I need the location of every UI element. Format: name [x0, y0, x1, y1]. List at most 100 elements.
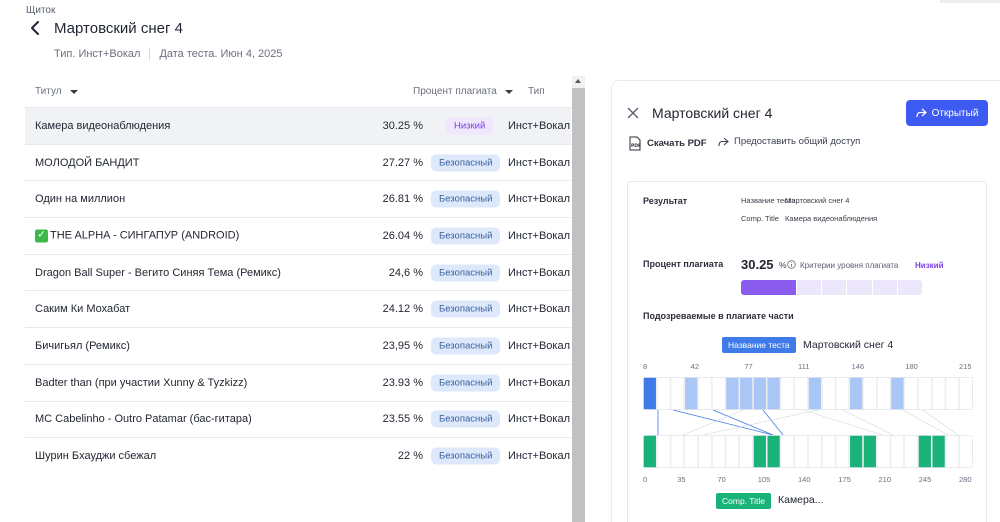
scroll-up-arrow-icon[interactable] [575, 79, 581, 83]
row-percent: 27.27 % [382, 156, 423, 169]
row-percent: 26.04 % [382, 229, 423, 242]
row-title-text: Саким Ки Мохабат [35, 303, 131, 316]
timeline-segment[interactable] [698, 377, 712, 410]
table-row[interactable]: Камера видеонаблюдения 30.25 % Низкий Инст+… [25, 107, 571, 144]
share-button[interactable]: Предоставить общий доступ [718, 136, 860, 147]
timeline-segment[interactable] [835, 435, 850, 468]
timeline-segment[interactable] [849, 435, 863, 468]
row-title: Шурин Бхауджи сбежал [35, 450, 156, 462]
info-icon[interactable] [787, 260, 796, 269]
timeline-segment[interactable] [643, 377, 657, 410]
row-title: МОЛОДОЙ БАНДИТ [35, 157, 139, 169]
timeline-segment[interactable] [670, 435, 685, 468]
row-title-text: Dragon Ball Super - Вегито Синяя Тема (Р… [35, 266, 281, 279]
timeline-segment[interactable] [808, 435, 822, 468]
row-title: ✓ THE ALPHA - СИНГАПУР (ANDROID) [35, 229, 239, 243]
timeline-segment[interactable] [780, 377, 795, 410]
timeline-segment[interactable] [959, 435, 973, 468]
timeline-segment[interactable] [753, 435, 767, 468]
timeline-segment[interactable] [918, 435, 932, 468]
axis-tick-label: 146 [851, 362, 865, 371]
timeline-segment[interactable] [931, 377, 946, 410]
timeline-segment[interactable] [725, 377, 740, 410]
table-row[interactable]: Саким Ки Мохабат 24.12 % Безопасный Инст+Во… [25, 290, 571, 327]
table-row[interactable]: Бичигьял (Ремикс) 23,95 % Безопасный Инст+В… [25, 327, 571, 364]
timeline-segment[interactable] [780, 435, 795, 468]
row-title: Камера видеонаблюдения [35, 120, 170, 132]
plagiarism-progress-fill [741, 280, 796, 295]
timeline-segment[interactable] [821, 435, 836, 468]
timeline-segment[interactable] [643, 435, 657, 468]
column-title-sort[interactable]: Титул [35, 86, 78, 97]
timeline-segment[interactable] [945, 435, 960, 468]
timeline-segment[interactable] [711, 435, 726, 468]
open-button[interactable]: Открытый [906, 100, 988, 126]
row-title-text: MC Cabelinho - Outro Patamar (бас-гитара… [35, 413, 252, 426]
axis-tick-label: 215 [959, 362, 972, 371]
timeline-segment[interactable] [684, 377, 698, 410]
scrollbar-thumb[interactable] [572, 88, 585, 522]
status-badge: Безопасный [431, 337, 501, 355]
timeline-segment[interactable] [739, 377, 753, 410]
column-percent-sort[interactable]: Процент плагиата [413, 86, 513, 97]
timeline-segment[interactable] [863, 377, 877, 410]
timeline-segment[interactable] [766, 435, 781, 468]
table-row[interactable]: MC Cabelinho - Outro Patamar (бас-гитара… [25, 400, 571, 438]
scrollbar[interactable] [572, 76, 585, 522]
timeline-segment[interactable] [849, 377, 863, 410]
download-pdf-label: Скачать PDF [647, 138, 707, 149]
match-link-line [762, 410, 784, 436]
timeline-segment[interactable] [876, 435, 891, 468]
progress-segment [871, 280, 897, 295]
timeline-segment[interactable] [918, 377, 932, 410]
row-type: Инст+Вокал [508, 450, 570, 463]
timeline-segment[interactable] [656, 377, 671, 410]
meta-type: Тип. Инст+Вокал [54, 48, 141, 60]
breadcrumb[interactable]: Щиток [26, 5, 55, 16]
timeline-segment[interactable] [904, 435, 918, 468]
table-row[interactable]: Один на миллион 26.81 % Безопасный Инст+Вок… [25, 180, 571, 217]
timeline-segment[interactable] [725, 435, 740, 468]
timeline-segment[interactable] [959, 377, 973, 410]
timeline-segment[interactable] [890, 435, 905, 468]
table-row[interactable]: Шурин Бхауджи сбежал 22 % Безопасный Инст+В… [25, 437, 571, 474]
timeline-segment[interactable] [945, 377, 960, 410]
table-row[interactable]: МОЛОДОЙ БАНДИТ 27.27 % Безопасный Инст+Вока… [25, 143, 571, 181]
axis-tick-label: 70 [717, 475, 726, 484]
timeline-segment[interactable] [835, 377, 850, 410]
row-percent: 24,6 % [388, 266, 423, 279]
timeline-segment[interactable] [766, 377, 781, 410]
timeline-segment[interactable] [794, 435, 808, 468]
row-title: Badter than (при участии Xunny & Tyzkizz… [35, 377, 247, 389]
column-title-label: Титул [35, 86, 62, 97]
timeline-segment[interactable] [794, 377, 808, 410]
plagiarism-progress-bar [741, 280, 922, 295]
close-icon[interactable] [627, 106, 641, 120]
timeline-segment[interactable] [656, 435, 671, 468]
timeline-segment[interactable] [808, 377, 822, 410]
progress-segment [795, 280, 821, 295]
table-row[interactable]: ✓ THE ALPHA - СИНГАПУР (ANDROID) 26.04 % Бе… [25, 217, 571, 254]
timeline-segment[interactable] [890, 377, 905, 410]
timeline-segment[interactable] [931, 435, 946, 468]
timeline-segment[interactable] [753, 377, 767, 410]
timeline-segment[interactable] [711, 377, 726, 410]
status-badge: Безопасный [431, 410, 501, 428]
match-link-line [702, 410, 819, 436]
table-row[interactable]: Dragon Ball Super - Вегито Синяя Тема (Р… [25, 253, 571, 291]
timeline-segment[interactable] [684, 435, 698, 468]
timeline-segment[interactable] [698, 435, 712, 468]
detail-panel: Мартовский снег 4 Открытый PDF Скачать P… [611, 80, 1000, 522]
timeline-segment[interactable] [670, 377, 685, 410]
row-percent: 30.25 % [382, 119, 423, 132]
timeline-segment[interactable] [904, 377, 918, 410]
timeline-segment[interactable] [739, 435, 753, 468]
timeline-segment[interactable] [821, 377, 836, 410]
page-title: Мартовский снег 4 [54, 19, 183, 37]
download-pdf-button[interactable]: PDF Скачать PDF [628, 136, 707, 151]
timeline-segment[interactable] [876, 377, 891, 410]
table-row[interactable]: Badter than (при участии Xunny & Tyzkizz… [25, 363, 571, 401]
back-chevron-icon[interactable] [30, 18, 48, 38]
timeline-segment[interactable] [863, 435, 877, 468]
share-arrow-icon [915, 108, 927, 118]
